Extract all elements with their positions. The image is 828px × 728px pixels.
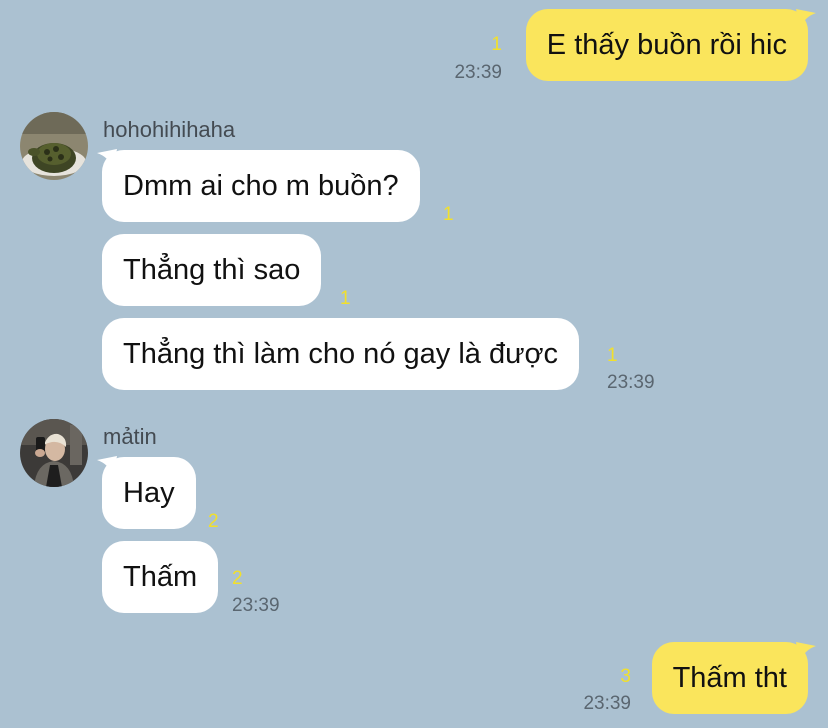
person-selfie-avatar-icon: [20, 419, 88, 487]
bubble-tail: [796, 9, 816, 29]
message-bubble-outgoing[interactable]: Thấm tht: [651, 642, 808, 714]
message-time: 23:39: [232, 595, 280, 616]
turtle-avatar-icon: [20, 112, 88, 180]
unread-count: 1: [491, 34, 502, 55]
message-time: 23:39: [583, 693, 631, 714]
message-bubble-incoming[interactable]: Thấm: [102, 541, 219, 613]
message-bubble-incoming[interactable]: Dmm ai cho m buồn?: [102, 150, 420, 222]
message-time: 23:39: [454, 62, 502, 83]
sender-name: mảtin: [103, 424, 157, 449]
avatar-hohohihihaha[interactable]: [20, 112, 88, 180]
message-bubble-incoming[interactable]: Thẳng thì sao: [102, 234, 322, 306]
bubble-tail: [796, 642, 816, 662]
message-bubble-incoming[interactable]: Thẳng thì làm cho nó gay là được: [102, 318, 579, 390]
message-time: 23:39: [607, 372, 655, 393]
unread-count: 1: [340, 288, 351, 309]
message-bubble-incoming[interactable]: Hay: [102, 457, 196, 529]
unread-count: 3: [620, 666, 631, 687]
message-bubble-outgoing[interactable]: E thấy buồn rồi hic: [525, 9, 808, 81]
unread-count: 1: [443, 204, 454, 225]
unread-count: 2: [232, 568, 243, 589]
sender-name: hohohihihaha: [103, 117, 236, 142]
unread-count: 2: [208, 511, 219, 532]
unread-count: 1: [607, 345, 618, 366]
avatar-matin[interactable]: [20, 419, 88, 487]
